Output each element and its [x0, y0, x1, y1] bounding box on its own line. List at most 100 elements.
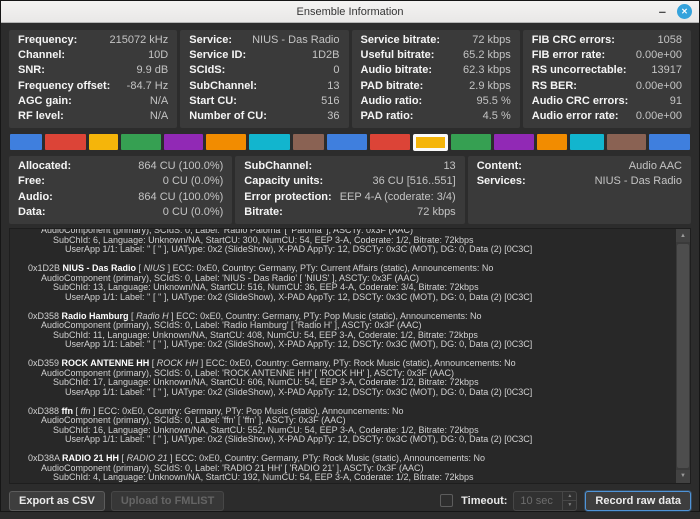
info-row: RS uncorrectable: 13917 — [532, 63, 682, 78]
cu-segment[interactable] — [163, 134, 204, 151]
stat-value: -84.7 Hz — [126, 79, 169, 92]
info-row: Data: 0 CU (0.0%) — [18, 205, 223, 220]
info-row: Service ID: 1D2B — [189, 48, 339, 63]
stat-value: 2.9 kbps — [469, 79, 511, 92]
stat-value: 0.00e+00 — [635, 79, 682, 92]
stat-label: Frequency offset: — [18, 79, 111, 92]
record-raw-data-button[interactable]: Record raw data — [585, 490, 691, 511]
stat-value: 72 kbps — [417, 205, 456, 218]
log-line: UserApp 1/1: Label: '' [ '' ], UAType: 0… — [65, 291, 533, 302]
log-line: UserApp 1/1: Label: '' [ '' ], UAType: 0… — [65, 386, 533, 397]
spinner-buttons: ▲ ▼ — [562, 491, 577, 510]
cu-segment[interactable] — [326, 134, 368, 151]
ensemble-information-window: Ensemble Information – ✕ Frequency: 21507… — [0, 0, 700, 512]
stat-label: Useful bitrate: — [360, 49, 435, 62]
cu-segment[interactable] — [10, 134, 42, 151]
cu-segment[interactable] — [569, 134, 604, 151]
scrollbar-up-icon[interactable]: ▲ — [676, 229, 690, 243]
stat-value: 13917 — [651, 64, 682, 77]
cu-segment[interactable] — [536, 134, 567, 151]
stat-value: 91 — [669, 94, 682, 107]
info-row: RF level: N/A — [18, 109, 168, 124]
stat-label: FIB error rate: — [531, 49, 606, 62]
cu-segment[interactable] — [248, 134, 290, 151]
spin-down-icon[interactable]: ▼ — [563, 501, 576, 510]
stat-label: Start CU: — [189, 94, 237, 107]
close-icon: ✕ — [681, 7, 688, 16]
log-text: AudioComponent (primary), SCIdS: 0, Labe… — [10, 229, 676, 483]
titlebar[interactable]: Ensemble Information – ✕ — [1, 1, 699, 23]
timeout-checkbox[interactable] — [440, 494, 454, 508]
info-row: Channel: 10D — [18, 48, 168, 63]
stat-label: SubChannel: — [244, 160, 313, 173]
upload-fmlist-button[interactable]: Upload to FMLIST — [110, 490, 225, 511]
close-button[interactable]: ✕ — [677, 4, 692, 19]
stat-value: NIUS - Das Radio — [594, 175, 682, 188]
cu-segment[interactable] — [44, 134, 86, 151]
info-row: Services: NIUS - Das Radio — [477, 174, 682, 189]
cu-segment[interactable] — [370, 134, 411, 151]
stat-label: Audio ratio: — [360, 94, 423, 107]
stat-value: 95.5 % — [476, 94, 511, 107]
stat-value: 215072 kHz — [109, 34, 169, 46]
cu-segment[interactable] — [606, 134, 647, 151]
stat-value: 864 CU (100.0%) — [138, 190, 224, 203]
stat-value: 0 — [333, 64, 340, 77]
minimize-button[interactable]: – — [659, 5, 666, 18]
stat-value: 13 — [443, 160, 456, 173]
info-row: Service bitrate: 72 kbps — [361, 33, 511, 48]
log-line: UserApp 1/1: Label: '' [ '' ], UAType: 0… — [65, 244, 533, 255]
stat-label: RS uncorrectable: — [531, 64, 627, 77]
log-line: UserApp 1/1: Label: '' [ '' ], UAType: 0… — [65, 339, 533, 350]
info-row: SCIdS: 0 — [189, 63, 339, 78]
info-row: SNR: 9.9 dB — [18, 63, 168, 78]
cu-segment-selected[interactable] — [413, 133, 449, 151]
stat-value: NIUS - Das Radio — [252, 34, 340, 46]
subchannel-detail-panels: Allocated: 864 CU (100.0%) Free: 0 CU (0.0%… — [9, 156, 691, 225]
info-row: Frequency offset: -84.7 Hz — [18, 79, 168, 94]
cu-segment[interactable] — [292, 134, 324, 151]
cu-segment[interactable] — [120, 134, 161, 151]
cu-segment[interactable] — [88, 134, 118, 151]
spin-up-icon[interactable]: ▲ — [563, 492, 577, 502]
scrollbar-down-icon[interactable]: ▼ — [676, 469, 690, 483]
stat-value: 62.3 kbps — [463, 64, 511, 77]
info-row: Audio ratio: 95.5 % — [361, 94, 511, 109]
cu-segment[interactable] — [451, 134, 491, 151]
service-details-log[interactable]: AudioComponent (primary), SCIdS: 0, Labe… — [9, 228, 691, 484]
stat-label: SCIdS: — [189, 64, 226, 77]
info-row: Free: 0 CU (0.0%) — [18, 174, 223, 189]
signal-panel: Frequency: 215072 kHz Channel: 10D SNR: 9.9 d… — [9, 30, 178, 129]
stat-label: RF level: — [18, 110, 64, 123]
stat-label: Service: — [189, 34, 233, 46]
export-csv-button[interactable]: Export as CSV — [9, 490, 105, 511]
info-row: Number of CU: 36 — [189, 109, 339, 124]
scrollbar-thumb[interactable] — [677, 244, 689, 468]
scrollbar-track[interactable] — [676, 242, 690, 470]
stat-value: 9.9 dB — [136, 64, 169, 77]
info-row: Content: Audio AAC — [477, 159, 682, 174]
stat-label: Free: — [18, 175, 45, 188]
cu-segment[interactable] — [493, 134, 534, 151]
stat-label: Audio CRC errors: — [531, 94, 629, 107]
log-scrollbar[interactable]: ▲ ▼ — [676, 229, 690, 483]
stat-value: EEP 4-A (coderate: 3/4) — [339, 190, 456, 203]
stat-value: 36 — [327, 110, 340, 123]
window-controls: – ✕ — [659, 4, 699, 19]
stat-label: Audio: — [18, 190, 53, 203]
info-row: Capacity units: 36 CU [516..551] — [244, 174, 455, 189]
cu-segment[interactable] — [649, 134, 691, 151]
stat-value: 72 kbps — [472, 34, 511, 46]
stat-label: PAD ratio: — [360, 110, 414, 123]
log-line: UserApp 1/1: Label: '' [ '' ], UAType: 0… — [65, 434, 533, 445]
stat-label: Content: — [476, 160, 522, 173]
timeout-duration-spinbox[interactable]: 10 sec ▲ ▼ — [513, 490, 578, 511]
stat-value: 36 CU [516..551] — [372, 175, 456, 188]
stat-value: N/A — [149, 94, 169, 107]
bitrate-panel: Service bitrate: 72 kbps Useful bitrate: 65… — [351, 30, 520, 129]
stat-label: Allocated: — [18, 160, 72, 173]
timeout-duration-value: 10 sec — [520, 494, 553, 507]
stat-value: Audio AAC — [628, 160, 682, 173]
info-row: PAD ratio: 4.5 % — [361, 109, 511, 124]
cu-segment[interactable] — [206, 134, 246, 151]
